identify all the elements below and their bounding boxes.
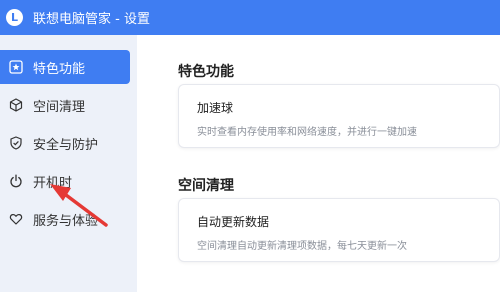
card-description: 空间清理自动更新清理项数据，每七天更新一次 [197,241,407,252]
sidebar-item-label: 空间清理 [33,99,86,115]
cube-icon [9,98,23,112]
section-title-space-cleanup: 空间清理 [178,178,234,194]
star-icon [9,60,23,74]
card-auto-update-data[interactable]: 自动更新数据 空间清理自动更新清理项数据，每七天更新一次 [178,198,500,262]
sidebar-item-featured[interactable]: 特色功能 [0,50,130,84]
sidebar-item-label: 开机时 [33,175,73,191]
shield-icon [9,136,23,150]
card-title: 加速球 [197,101,234,115]
title-bar: L 联想电脑管家 - 设置 [0,0,500,35]
app-logo: L [6,9,23,26]
card-title: 自动更新数据 [197,215,270,229]
sidebar: 特色功能 空间清理 安全与防护 开机时 服务与体验 [0,35,137,292]
sidebar-item-startup[interactable]: 开机时 [0,164,130,198]
power-icon [9,174,23,188]
sidebar-item-security[interactable]: 安全与防护 [0,126,130,160]
sidebar-item-label: 安全与防护 [33,137,99,153]
card-accelerator-ball[interactable]: 加速球 实时查看内存使用率和网络速度，并进行一键加速 [178,84,500,148]
window-title: 联想电脑管家 - 设置 [33,12,150,27]
sidebar-item-label: 特色功能 [33,61,86,77]
sidebar-item-space-cleanup[interactable]: 空间清理 [0,88,130,122]
heart-icon [9,212,23,226]
sidebar-item-label: 服务与体验 [33,213,99,229]
sidebar-item-service[interactable]: 服务与体验 [0,202,130,236]
settings-content: 特色功能 加速球 实时查看内存使用率和网络速度，并进行一键加速 空间清理 自动更… [137,35,500,292]
section-title-featured: 特色功能 [178,64,234,80]
card-description: 实时查看内存使用率和网络速度，并进行一键加速 [197,127,417,138]
